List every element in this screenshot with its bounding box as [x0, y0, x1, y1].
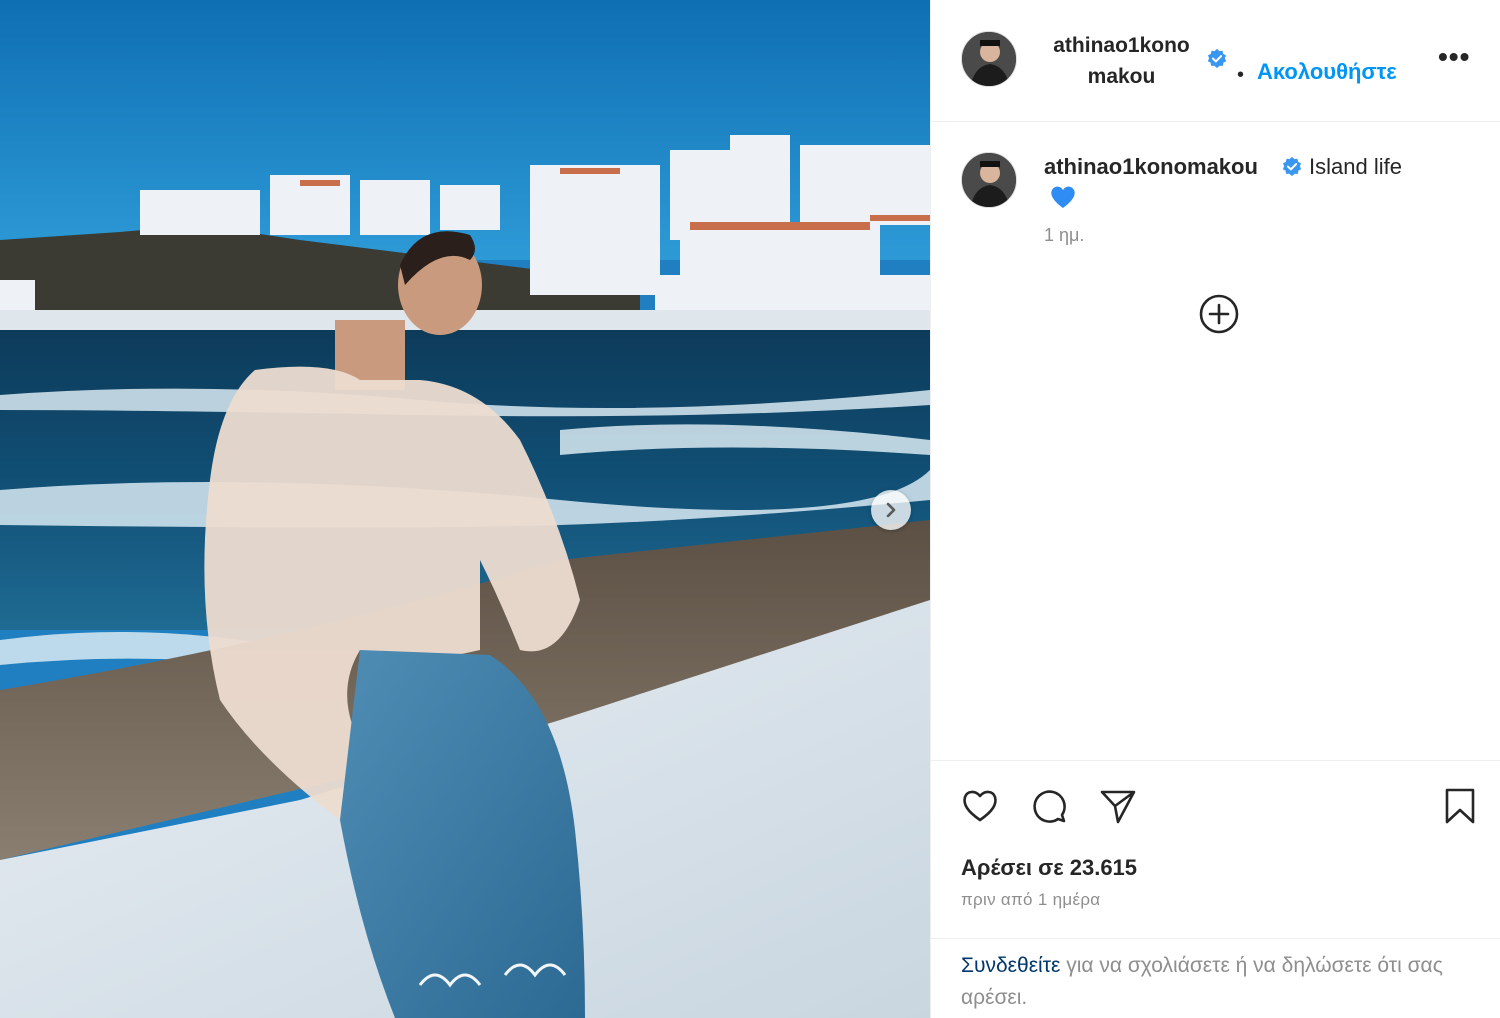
- login-prompt: Συνδεθείτε για να σχολιάσετε ή να δηλώσε…: [931, 938, 1500, 1018]
- username-line-1: athinao1kono: [1053, 34, 1190, 57]
- chevron-right-icon: [886, 502, 896, 518]
- avatar-image: [962, 32, 1016, 86]
- avatar-image: [962, 153, 1016, 207]
- photo-image: [0, 0, 930, 1018]
- post-photo[interactable]: [0, 0, 930, 1018]
- bookmark-icon[interactable]: [1439, 785, 1481, 827]
- comment-icon[interactable]: [1028, 785, 1070, 827]
- more-options-button[interactable]: •••: [1438, 43, 1470, 71]
- likes-count[interactable]: Αρέσει σε 23.615: [961, 855, 1137, 881]
- avatar[interactable]: [961, 31, 1017, 87]
- post-header: athinao1kono makou • Ακολουθήστε •••: [931, 0, 1500, 122]
- login-link[interactable]: Συνδεθείτε: [961, 954, 1060, 977]
- heart-outline-icon[interactable]: [959, 785, 1001, 827]
- action-bar: Αρέσει σε 23.615 πριν από 1 ημέρα: [931, 760, 1500, 938]
- username-line-2: makou: [1087, 65, 1156, 88]
- paper-plane-icon[interactable]: [1097, 785, 1139, 827]
- verified-badge-icon: [1207, 48, 1227, 68]
- caption-avatar[interactable]: [961, 152, 1017, 208]
- blue-heart-icon: [1051, 186, 1075, 208]
- separator-dot: •: [1237, 64, 1245, 86]
- post-date: πριν από 1 ημέρα: [961, 890, 1101, 909]
- post-side-panel: athinao1kono makou • Ακολουθήστε ••• ath…: [930, 0, 1500, 1018]
- follow-button[interactable]: Ακολουθήστε: [1257, 59, 1397, 85]
- caption-username[interactable]: athinao1konomakou: [1044, 152, 1258, 182]
- verified-badge-icon: [1282, 156, 1302, 176]
- next-photo-button[interactable]: [871, 490, 911, 530]
- caption-time: 1 ημ.: [1044, 225, 1085, 245]
- username-link[interactable]: athinao1kono makou: [1044, 30, 1199, 92]
- plus-circle-icon[interactable]: [1199, 294, 1239, 334]
- caption-text: Island life: [1309, 154, 1402, 179]
